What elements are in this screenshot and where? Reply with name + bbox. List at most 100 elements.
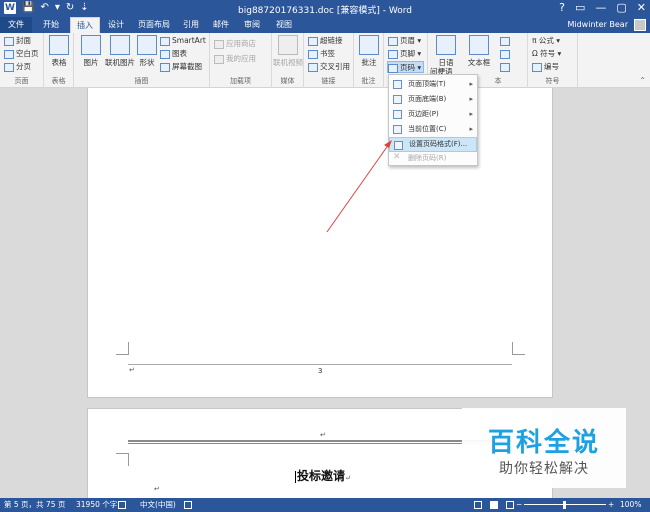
tab-file[interactable]: 文件 bbox=[0, 17, 32, 33]
tab-layout[interactable]: 页面布局 bbox=[134, 17, 174, 33]
tab-references[interactable]: 引用 bbox=[178, 17, 204, 33]
title-bar: W 💾 ↶ ▾ ↻ ⇣ big88720176331.doc [兼容模式] - … bbox=[0, 0, 650, 17]
date-icon bbox=[436, 35, 456, 55]
textbox-button[interactable]: 文本框 bbox=[462, 35, 496, 68]
page-number-button[interactable]: 页码 ▾ bbox=[387, 61, 425, 73]
page-break-icon bbox=[4, 62, 14, 72]
group-media: 联机视频 媒体 bbox=[272, 33, 304, 88]
tab-home[interactable]: 开始 bbox=[34, 17, 68, 33]
menu-item-top-of-page[interactable]: 页面顶端(T) ▸ bbox=[389, 77, 477, 92]
avatar[interactable] bbox=[634, 19, 646, 31]
group-label-pages: 页面 bbox=[14, 77, 29, 85]
online-picture-icon bbox=[110, 35, 130, 55]
group-label-links: 链接 bbox=[321, 77, 336, 85]
zoom-out-button[interactable]: − bbox=[516, 498, 522, 512]
group-links: 超链接 书签 交叉引用 链接 bbox=[304, 33, 354, 88]
minimize-button[interactable]: — bbox=[595, 1, 606, 14]
footer-button[interactable]: 页脚 ▾ bbox=[388, 48, 421, 60]
pictures-button[interactable]: 图片 bbox=[76, 35, 106, 68]
store-button[interactable]: 应用商店 bbox=[214, 38, 256, 50]
cover-page-button[interactable]: 封面 bbox=[4, 35, 31, 47]
read-mode-icon[interactable] bbox=[474, 498, 482, 512]
quick-parts-button[interactable] bbox=[500, 35, 512, 47]
shapes-button[interactable]: 形状 bbox=[136, 35, 158, 68]
equation-button[interactable]: π 公式 ▾ bbox=[532, 35, 560, 47]
tab-insert[interactable]: 插入 bbox=[70, 17, 100, 33]
ribbon-display-button[interactable]: ▭ bbox=[575, 1, 585, 14]
collapse-ribbon-icon[interactable]: ⌃ bbox=[639, 76, 646, 85]
hyperlink-icon bbox=[308, 36, 318, 46]
tab-mailings[interactable]: 邮件 bbox=[208, 17, 234, 33]
menu-item-current-position[interactable]: 当前位置(C) ▸ bbox=[389, 122, 477, 137]
dropcap-button[interactable] bbox=[500, 61, 512, 73]
cross-reference-button[interactable]: 交叉引用 bbox=[308, 61, 350, 73]
paragraph-mark: ↵ bbox=[129, 366, 135, 374]
date-button[interactable]: 日语 bbox=[430, 35, 462, 68]
number-icon bbox=[532, 62, 542, 72]
tab-view[interactable]: 视图 bbox=[270, 17, 298, 33]
menu-item-bottom-of-page[interactable]: 页面底端(B) ▸ bbox=[389, 92, 477, 107]
zoom-slider-thumb[interactable] bbox=[563, 501, 566, 509]
ribbon-tabs: 文件 开始 插入 设计 页面布局 引用 邮件 审阅 视图 Midwinter B… bbox=[0, 17, 650, 33]
hyperlink-button[interactable]: 超链接 bbox=[308, 35, 343, 47]
number-button[interactable]: 编号 bbox=[532, 61, 559, 73]
quick-parts-icon bbox=[500, 36, 510, 46]
proofing-icon[interactable] bbox=[118, 498, 126, 512]
macro-icon[interactable] bbox=[184, 498, 192, 512]
group-tables: 表格 表格 bbox=[44, 33, 74, 88]
dropcap-icon bbox=[500, 62, 510, 72]
screenshot-button[interactable]: 屏幕截图 bbox=[160, 61, 202, 73]
smartart-icon bbox=[160, 36, 170, 46]
restore-button[interactable]: ▢ bbox=[616, 1, 626, 14]
blank-page-button[interactable]: 空白页 bbox=[4, 48, 39, 60]
table-button[interactable]: 表格 bbox=[44, 35, 74, 68]
bookmark-icon bbox=[308, 49, 318, 59]
menu-item-page-margins[interactable]: 页边距(P) ▸ bbox=[389, 107, 477, 122]
group-illustrations: 图片 联机图片 形状 SmartArt 图表 屏幕截图 插图 bbox=[74, 33, 210, 88]
text-cursor bbox=[295, 470, 296, 483]
web-layout-icon[interactable] bbox=[506, 498, 514, 512]
symbol-button[interactable]: Ω 符号 ▾ bbox=[532, 48, 561, 60]
page-break-button[interactable]: 分页 bbox=[4, 61, 31, 73]
table-icon bbox=[49, 35, 69, 55]
chart-icon bbox=[160, 49, 170, 59]
my-apps-button[interactable]: 我的应用 bbox=[214, 53, 256, 65]
bookmark-button[interactable]: 书签 bbox=[308, 48, 335, 60]
page-number-menu: 页面顶端(T) ▸ 页面底端(B) ▸ 页边距(P) ▸ 当前位置(C) ▸ 设置页码格… bbox=[388, 74, 478, 166]
chart-button[interactable]: 图表 bbox=[160, 48, 187, 60]
online-video-button[interactable]: 联机视频 bbox=[273, 35, 303, 68]
crop-mark bbox=[116, 342, 129, 355]
header-rule bbox=[128, 440, 512, 444]
help-button[interactable]: ? bbox=[559, 1, 565, 14]
my-apps-icon bbox=[214, 54, 224, 64]
tab-design[interactable]: 设计 bbox=[102, 17, 130, 33]
cover-page-icon bbox=[4, 36, 14, 46]
smartart-button[interactable]: SmartArt bbox=[160, 35, 206, 47]
watermark-subtitle: 助你轻松解决 bbox=[499, 461, 589, 477]
page-count-status[interactable]: 第 5 页，共 75 页 bbox=[4, 498, 65, 512]
video-icon bbox=[278, 35, 298, 55]
user-name[interactable]: Midwinter Bear bbox=[567, 20, 628, 29]
page-number: 3 bbox=[318, 367, 323, 375]
tab-review[interactable]: 审阅 bbox=[238, 17, 266, 33]
comment-button[interactable]: 批注 bbox=[354, 35, 384, 68]
close-button[interactable]: ✕ bbox=[637, 1, 646, 14]
menu-item-remove-page-numbers[interactable]: ✕ 删除页码(R) bbox=[389, 151, 477, 166]
word-count-status[interactable]: 31950 个字 bbox=[76, 498, 117, 512]
window-title: big88720176331.doc [兼容模式] - Word bbox=[238, 6, 412, 16]
comment-icon bbox=[359, 35, 379, 55]
group-comments: 批注 批注 bbox=[354, 33, 384, 88]
zoom-in-button[interactable]: + bbox=[608, 498, 614, 512]
textbox-icon bbox=[469, 35, 489, 55]
document-page[interactable]: ↵ 3 bbox=[87, 88, 553, 398]
zoom-level[interactable]: 100% bbox=[620, 498, 641, 512]
bottom-of-page-icon bbox=[393, 95, 402, 104]
header-button[interactable]: 页眉 ▾ bbox=[388, 35, 421, 47]
online-pictures-button[interactable]: 联机图片 bbox=[104, 35, 136, 68]
omega-icon: Ω bbox=[532, 49, 541, 58]
menu-item-format-page-numbers[interactable]: 设置页码格式(F)... bbox=[389, 137, 477, 152]
wordart-button[interactable] bbox=[500, 48, 512, 60]
document-heading[interactable]: 投标邀请↵ bbox=[295, 467, 351, 484]
print-layout-icon[interactable] bbox=[490, 498, 498, 512]
language-status[interactable]: 中文(中国) bbox=[140, 498, 176, 512]
